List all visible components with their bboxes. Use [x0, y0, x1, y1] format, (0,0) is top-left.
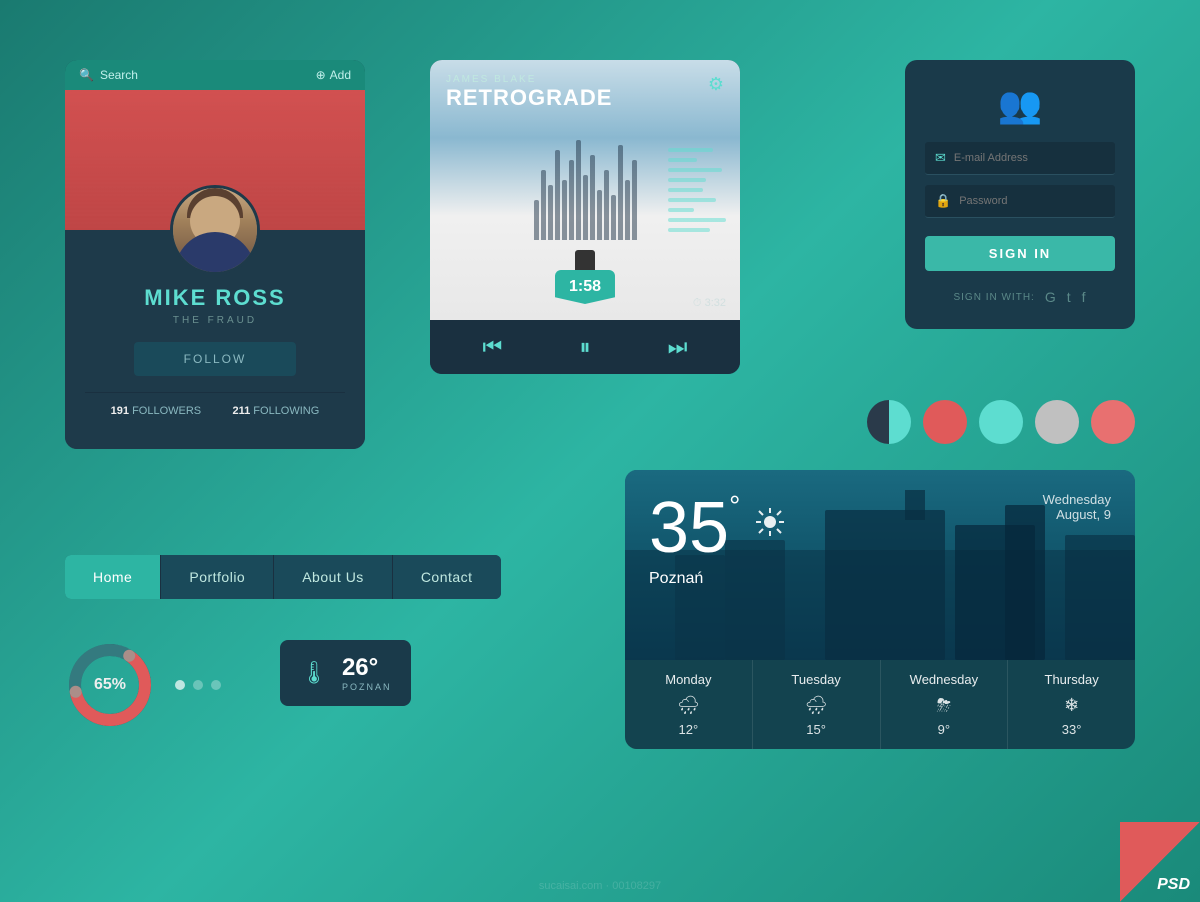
profile-header-bg: [65, 90, 365, 230]
temp-value: 26°: [342, 654, 392, 682]
following-stat: 211 FOLLOWING: [232, 405, 319, 417]
swatch-gray: [1035, 400, 1079, 444]
followers-count: 191: [111, 405, 129, 417]
player-header: JAMES BLAKE RETROGRADE ⚙: [430, 60, 740, 119]
lock-icon: 🔒: [935, 193, 951, 209]
facebook-icon[interactable]: f: [1082, 289, 1087, 305]
dots-indicator: [175, 680, 221, 690]
add-label: Add: [330, 68, 351, 82]
profile-card: 🔍 Search ⊕ Add MIKE ROSS THE FRAUD FOLLO…: [65, 60, 365, 449]
watermark: sucaisai.com · 00108297: [539, 880, 661, 892]
login-card: 👥 ✉ 🔒 SIGN IN SIGN IN WITH: G t f: [905, 60, 1135, 329]
gear-icon[interactable]: ⚙: [708, 74, 724, 95]
google-icon[interactable]: G: [1045, 289, 1057, 305]
weather-forecast: Monday 🌧 12° Tuesday 🌧 15° Wednesday ⛈ 9…: [625, 660, 1135, 749]
search-label: Search: [100, 68, 138, 82]
rewind-button[interactable]: ⏮: [483, 334, 503, 360]
weather-card: 35°: [625, 470, 1135, 749]
current-time: 1:58: [555, 270, 615, 304]
weather-month-day: August, 9: [1043, 507, 1111, 522]
rain-icon-tue: 🌧: [763, 695, 870, 716]
player-controls: ⏮ ⏸ ⏭: [430, 320, 740, 374]
thermometer-icon: 🌡: [300, 660, 328, 686]
profile-subtitle: THE FRAUD: [85, 315, 345, 326]
weather-city: Poznań: [649, 570, 786, 588]
nav-about[interactable]: About Us: [274, 555, 393, 599]
email-icon: ✉: [935, 150, 946, 166]
avatar: [170, 185, 260, 275]
navigation-bar: Home Portfolio About Us Contact: [65, 555, 501, 599]
pause-button[interactable]: ⏸: [579, 334, 590, 360]
donut-section: 65%: [65, 640, 221, 730]
add-area[interactable]: ⊕ Add: [316, 68, 351, 82]
weather-day: Wednesday: [1043, 492, 1111, 507]
swatch-teal: [979, 400, 1023, 444]
player-title: RETROGRADE: [446, 85, 612, 111]
weather-date: Wednesday August, 9: [1043, 492, 1111, 522]
profile-top-bar: 🔍 Search ⊕ Add: [65, 60, 365, 90]
following-label: FOLLOWING: [253, 405, 319, 417]
nav-contact[interactable]: Contact: [393, 555, 501, 599]
password-field[interactable]: 🔒: [925, 185, 1115, 218]
followers-label: FOLLOWERS: [132, 405, 201, 417]
weather-sun-icon: [754, 506, 786, 543]
swatch-coral: [923, 400, 967, 444]
player-artist: JAMES BLAKE: [446, 74, 612, 85]
rain-icon-mon: 🌧: [635, 695, 742, 716]
donut-percent: 65%: [94, 676, 126, 694]
swatch-salmon: [1091, 400, 1135, 444]
total-time: ⏱ 3:32: [693, 297, 726, 310]
email-input[interactable]: [954, 152, 1105, 164]
email-field[interactable]: ✉: [925, 142, 1115, 175]
forecast-tuesday: Tuesday 🌧 15°: [753, 660, 881, 749]
users-icon: 👥: [925, 84, 1115, 126]
swatch-dark-teal: [867, 400, 911, 444]
dot-1[interactable]: [175, 680, 185, 690]
storm-icon-wed: ⛈: [891, 695, 998, 716]
password-input[interactable]: [959, 195, 1105, 207]
sign-in-with-section: SIGN IN WITH: G t f: [925, 289, 1115, 305]
plus-icon: ⊕: [316, 68, 326, 82]
temp-city: POZNAN: [342, 682, 392, 692]
nav-home[interactable]: Home: [65, 555, 161, 599]
search-icon: 🔍: [79, 68, 94, 82]
following-count: 211: [232, 405, 250, 417]
sign-in-with-label: SIGN IN WITH:: [953, 292, 1034, 303]
weather-temperature: 35°: [649, 492, 740, 564]
music-player: JAMES BLAKE RETROGRADE ⚙ 1:58 ⏱ 3:32 ⏮ ⏸…: [430, 60, 740, 374]
color-swatches: [867, 400, 1135, 444]
player-artwork: JAMES BLAKE RETROGRADE ⚙ 1:58 ⏱ 3:32: [430, 60, 740, 320]
donut-chart: 65%: [65, 640, 155, 730]
followers-stat: 191 FOLLOWERS: [111, 405, 202, 417]
snow-icon-thu: ❄: [1018, 695, 1125, 716]
forecast-thursday: Thursday ❄ 33°: [1008, 660, 1135, 749]
psd-badge: PSD: [1120, 822, 1200, 902]
forecast-monday: Monday 🌧 12°: [625, 660, 753, 749]
temperature-widget: 🌡 26° POZNAN: [280, 640, 411, 706]
twitter-icon[interactable]: t: [1067, 289, 1072, 305]
psd-label: PSD: [1157, 876, 1190, 894]
search-area[interactable]: 🔍 Search: [79, 68, 138, 82]
sign-in-button[interactable]: SIGN IN: [925, 236, 1115, 271]
weather-main: 35°: [625, 470, 1135, 602]
nav-portfolio[interactable]: Portfolio: [161, 555, 274, 599]
follow-button[interactable]: FOLLOW: [134, 342, 297, 376]
time-icon: ⏱: [693, 297, 702, 309]
dot-3[interactable]: [211, 680, 221, 690]
dot-2[interactable]: [193, 680, 203, 690]
profile-name: MIKE ROSS: [85, 285, 345, 311]
forecast-wednesday: Wednesday ⛈ 9°: [881, 660, 1009, 749]
forward-button[interactable]: ⏭: [668, 334, 688, 360]
profile-stats: 191 FOLLOWERS 211 FOLLOWING: [85, 392, 345, 429]
